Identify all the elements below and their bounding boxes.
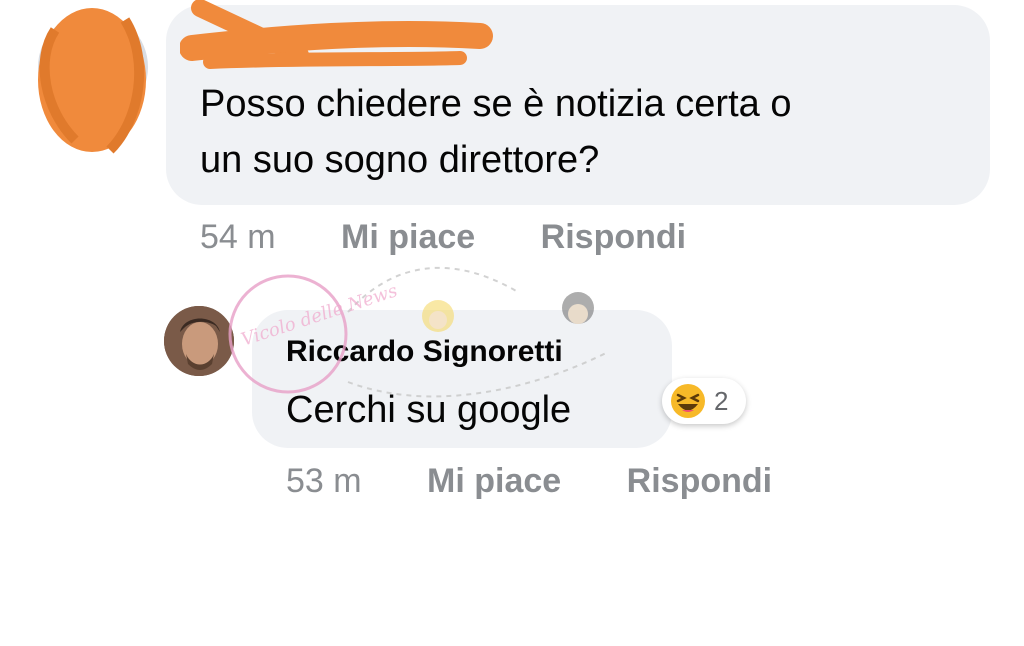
- profile-photo: [164, 306, 234, 376]
- like-button[interactable]: Mi piace: [427, 462, 561, 500]
- comment-meta-2: 53 m Mi piace Rispondi: [286, 462, 772, 501]
- watermark-logo: [228, 266, 609, 398]
- comment-text-line: Posso chiedere se è notizia certa o: [200, 83, 792, 125]
- reply-button[interactable]: Rispondi: [541, 218, 686, 256]
- comment-text-1: Posso chiedere se è notizia certa o un s…: [200, 76, 960, 188]
- comment-meta-1: 54 m Mi piace Rispondi: [200, 218, 686, 257]
- comment-text-line: un suo sogno direttore?: [200, 139, 600, 181]
- reaction-count: 2: [714, 385, 729, 416]
- like-button[interactable]: Mi piace: [341, 218, 475, 256]
- comment-timestamp[interactable]: 54 m: [200, 218, 276, 256]
- censor-scribble-avatar: [38, 8, 146, 154]
- laughing-emoji-icon: [671, 384, 705, 418]
- reaction-summary[interactable]: 2: [662, 378, 746, 424]
- avatar-comment-2[interactable]: [164, 306, 234, 376]
- comment-timestamp[interactable]: 53 m: [286, 462, 362, 500]
- censor-scribble-name: [180, 0, 493, 69]
- reply-button[interactable]: Rispondi: [627, 462, 772, 500]
